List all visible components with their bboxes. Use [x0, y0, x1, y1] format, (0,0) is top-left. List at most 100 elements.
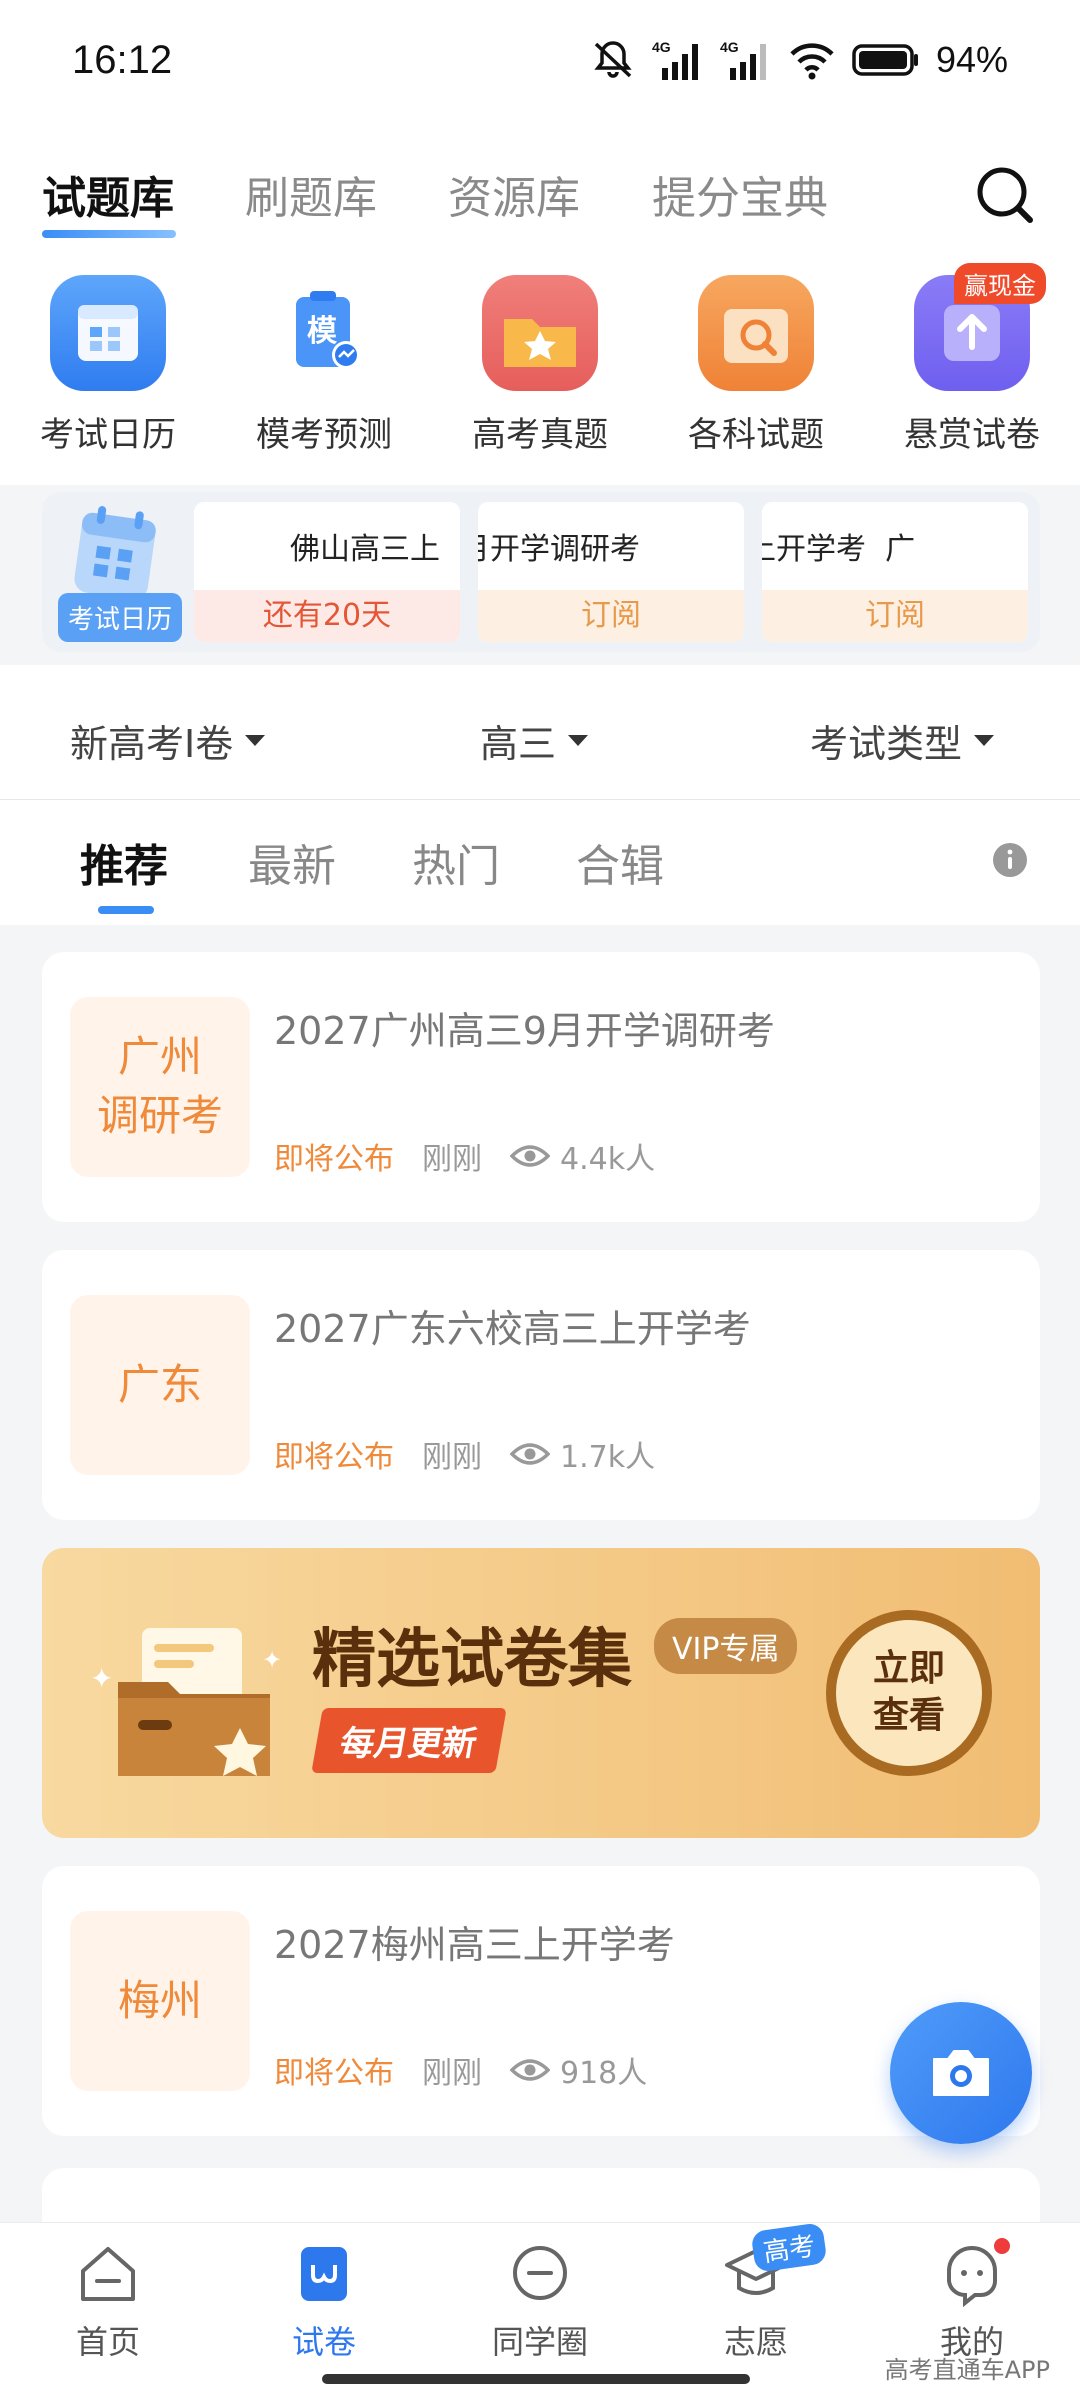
eye-icon — [510, 1145, 550, 1167]
paper-views: 918人 — [510, 2048, 647, 2092]
premium-collection-banner[interactable]: ✦ ✦ 精选试卷集 VIP专属 每月更新 立即 查看 — [42, 1548, 1040, 1838]
subscribe-button[interactable]: 订阅 — [762, 590, 1028, 642]
nav-label: 志愿 — [723, 2323, 788, 2361]
paper-card[interactable]: 广州 调研考 2027广州高三9月开学调研考 即将公布 刚刚 4.4k人 — [42, 952, 1040, 1222]
home-icon — [75, 2241, 141, 2307]
calendar-card-title: 月开学调研考 — [478, 532, 640, 567]
filter-paper-type[interactable]: 新高考Ⅰ卷 — [70, 713, 266, 768]
svg-text:✦: ✦ — [90, 1662, 113, 1695]
banner-title: 精选试卷集 — [312, 1623, 632, 1697]
cash-badge: 赢现金 — [954, 263, 1046, 304]
exam-calendar-entry[interactable]: 考试日历 — [48, 500, 186, 648]
shortcut-grid: 考试日历 模 模考预测 高考真题 各科试题 赢现金 悬赏试卷 — [0, 263, 1080, 485]
filter-label: 新高考Ⅰ卷 — [70, 722, 234, 766]
exam-calendar-label: 考试日历 — [58, 593, 183, 642]
tab-score-guide[interactable]: 提分宝典 — [652, 162, 828, 226]
paper-card-partial[interactable] — [42, 2168, 1040, 2228]
paper-meta: 即将公布 刚刚 918人 — [274, 2048, 647, 2092]
calendar-icon — [50, 275, 166, 391]
paper-card[interactable]: 梅州 2027梅州高三上开学考 即将公布 刚刚 918人 — [42, 1866, 1040, 2136]
status-bar: 16:12 4G 4G 94% — [0, 0, 1080, 130]
search-book-icon — [698, 275, 814, 391]
active-subtab-indicator — [98, 906, 154, 914]
graduation-cap-icon: 高考 — [723, 2222, 828, 2307]
tab-latest[interactable]: 最新 — [248, 830, 336, 894]
shortcut-label: 模考预测 — [256, 415, 392, 455]
content-tab-bar: 推荐 最新 热门 合辑 — [0, 800, 1080, 925]
nav-volunteer[interactable]: 高考 志愿 — [676, 2222, 836, 2363]
countdown-label: 还有20天 — [194, 590, 460, 642]
nav-label: 首页 — [75, 2323, 140, 2361]
view-now-button[interactable]: 立即 查看 — [826, 1610, 992, 1776]
shortcut-subject-papers[interactable]: 各科试题 — [656, 275, 856, 456]
paper-card[interactable]: 广东 2027广东六校高三上开学考 即将公布 刚刚 1.7k人 — [42, 1250, 1040, 1520]
search-icon[interactable] — [970, 160, 1040, 230]
paper-time: 刚刚 — [422, 1440, 482, 1475]
shortcut-label: 高考真题 — [472, 415, 608, 455]
paper-tag: 梅州 — [70, 1911, 250, 2091]
nav-home[interactable]: 首页 — [28, 2241, 188, 2363]
calendar-card-title: 佛山高三上 — [290, 532, 440, 567]
nav-label: 同学圈 — [491, 2323, 588, 2361]
chat-icon — [507, 2241, 573, 2307]
paper-title: 2027广州高三9月开学调研考 — [274, 1009, 775, 1053]
tab-question-bank[interactable]: 试题库 — [42, 162, 174, 226]
svg-text:4G: 4G — [652, 39, 671, 55]
shortcut-bounty-papers[interactable]: 赢现金 悬赏试卷 — [872, 263, 1072, 456]
shortcut-past-papers[interactable]: 高考真题 — [440, 275, 640, 456]
info-icon[interactable] — [992, 842, 1028, 878]
shortcut-label: 各科试题 — [688, 415, 824, 455]
nav-classmates[interactable]: 同学圈 — [460, 2241, 620, 2363]
tab-practice-bank[interactable]: 刷题库 — [245, 162, 377, 226]
gaokao-badge: 高考 — [750, 2222, 828, 2273]
shortcut-label: 悬赏试卷 — [904, 415, 1040, 455]
active-tab-indicator — [42, 230, 176, 238]
filter-exam-type[interactable]: 考试类型 — [810, 713, 995, 768]
paper-time: 刚刚 — [422, 2056, 482, 2091]
paper-icon — [291, 2241, 357, 2307]
monthly-update-tag: 每月更新 — [311, 1708, 507, 1773]
paper-views: 1.7k人 — [510, 1432, 655, 1476]
filter-label: 高三 — [480, 722, 557, 766]
paper-status: 即将公布 — [274, 2056, 394, 2091]
nav-papers[interactable]: 试卷 — [244, 2241, 404, 2363]
status-icons: 4G 4G 94% — [590, 38, 1008, 82]
calendar-card[interactable]: 月开学调研考 订阅 — [478, 502, 744, 642]
folder-star-icon: ✦✦ — [90, 1628, 282, 1776]
svg-text:模: 模 — [307, 314, 337, 349]
paper-title: 2027梅州高三上开学考 — [274, 1923, 675, 1967]
upload-icon: 赢现金 — [914, 263, 1046, 391]
shortcut-exam-calendar[interactable]: 考试日历 — [8, 275, 208, 456]
shortcut-label: 考试日历 — [40, 415, 176, 455]
paper-views-count: 4.4k人 — [560, 1142, 656, 1177]
tab-recommended[interactable]: 推荐 — [80, 830, 168, 894]
subscribe-button[interactable]: 订阅 — [478, 590, 744, 642]
nav-profile[interactable]: 我的 — [892, 2235, 1052, 2363]
nav-label: 试卷 — [291, 2323, 356, 2361]
caret-down-icon — [974, 735, 995, 746]
caret-down-icon — [568, 735, 589, 746]
calendar-card-title: 上开学考 广 — [762, 532, 916, 567]
vip-badge: VIP专属 — [654, 1618, 798, 1674]
filter-grade[interactable]: 高三 — [480, 713, 589, 768]
signal-2-icon: 4G — [720, 39, 766, 80]
exam-calendar-strip: 考试日历 佛山高三上 还有20天 月开学调研考 订阅 上开学考 广 订阅 — [42, 492, 1040, 652]
notification-dot — [991, 2235, 1013, 2257]
filter-bar: 新高考Ⅰ卷 高三 考试类型 — [0, 665, 1080, 800]
camera-search-button[interactable] — [890, 2002, 1032, 2144]
paper-status: 即将公布 — [274, 1440, 394, 1475]
home-indicator[interactable] — [322, 2374, 750, 2384]
calendar-card[interactable]: 上开学考 广 订阅 — [762, 502, 1028, 642]
mute-icon — [594, 41, 632, 78]
profile-icon — [939, 2235, 1013, 2308]
tab-popular[interactable]: 热门 — [412, 830, 500, 894]
tab-collections[interactable]: 合辑 — [576, 830, 664, 894]
mock-exam-icon: 模 — [266, 275, 382, 391]
caret-down-icon — [245, 735, 266, 746]
shortcut-mock-prediction[interactable]: 模 模考预测 — [224, 275, 424, 456]
calendar-card[interactable]: 佛山高三上 还有20天 — [194, 502, 460, 642]
paper-views: 4.4k人 — [510, 1134, 655, 1178]
status-time: 16:12 — [72, 38, 173, 82]
paper-views-count: 1.7k人 — [560, 1440, 656, 1475]
tab-resource-bank[interactable]: 资源库 — [448, 162, 580, 226]
